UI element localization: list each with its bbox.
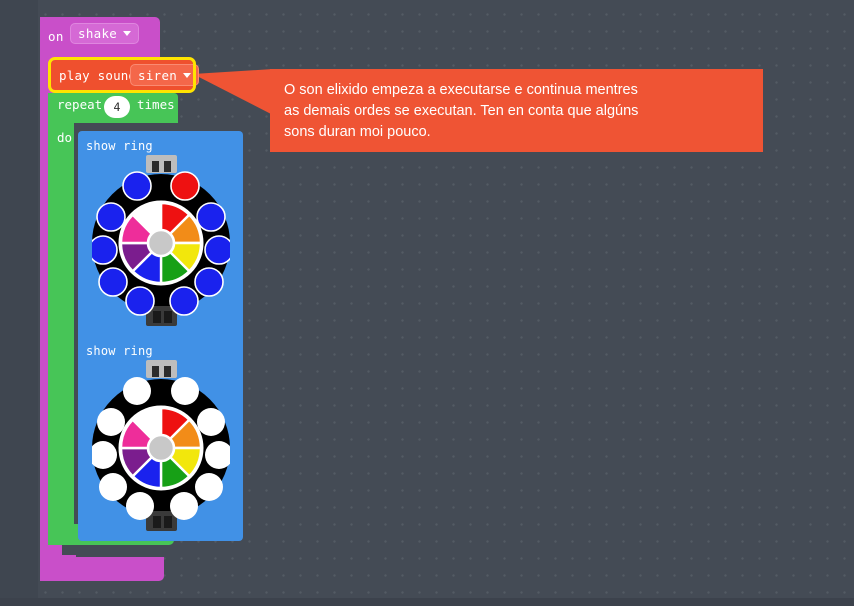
repeat-count-input[interactable]: 4 (104, 96, 130, 118)
repeat-label-after: times (137, 97, 175, 112)
on-shake-block-notch (56, 555, 76, 562)
blocks-workspace[interactable]: on shake repeat 4 times do show ring sho… (0, 0, 854, 606)
show-ring-block-1[interactable]: show ring (78, 131, 243, 336)
color-wheel-1 (118, 200, 204, 286)
repeat-block[interactable]: repeat 4 times (48, 93, 178, 123)
tooltip-line-3: sons duran moi pouco. (284, 124, 431, 140)
color-wheel-2 (118, 405, 204, 491)
tooltip-line-1: O son elixido empeza a executarse e cont… (284, 82, 638, 98)
tooltip-callout: O son elixido empeza a executarse e cont… (270, 69, 763, 152)
on-shake-label: on (48, 29, 64, 44)
show-ring-label-2: show ring (86, 344, 153, 358)
play-sound-block[interactable]: play sound siren (48, 57, 200, 93)
shake-dropdown-value: shake (78, 26, 118, 41)
led-ring-graphic-1 (92, 155, 230, 326)
show-ring-block-2[interactable]: show ring (78, 336, 243, 541)
repeat-label-before: repeat (57, 97, 103, 112)
shake-dropdown[interactable]: shake (70, 23, 140, 44)
workspace-left-gutter (0, 0, 38, 606)
repeat-do-label: do (57, 130, 73, 145)
chevron-down-icon (123, 31, 132, 36)
show-ring-label-1: show ring (86, 139, 153, 153)
tooltip-line-2: as demais ordes se executan. Ten en cont… (284, 103, 639, 119)
play-sound-highlight-outline (48, 57, 196, 93)
workspace-bottom-gutter (0, 598, 854, 606)
led-ring-graphic-2 (92, 360, 230, 531)
tooltip-pointer-arrow (193, 69, 273, 115)
on-shake-block[interactable]: on shake (40, 17, 160, 57)
repeat-block-left-spine (48, 93, 74, 545)
